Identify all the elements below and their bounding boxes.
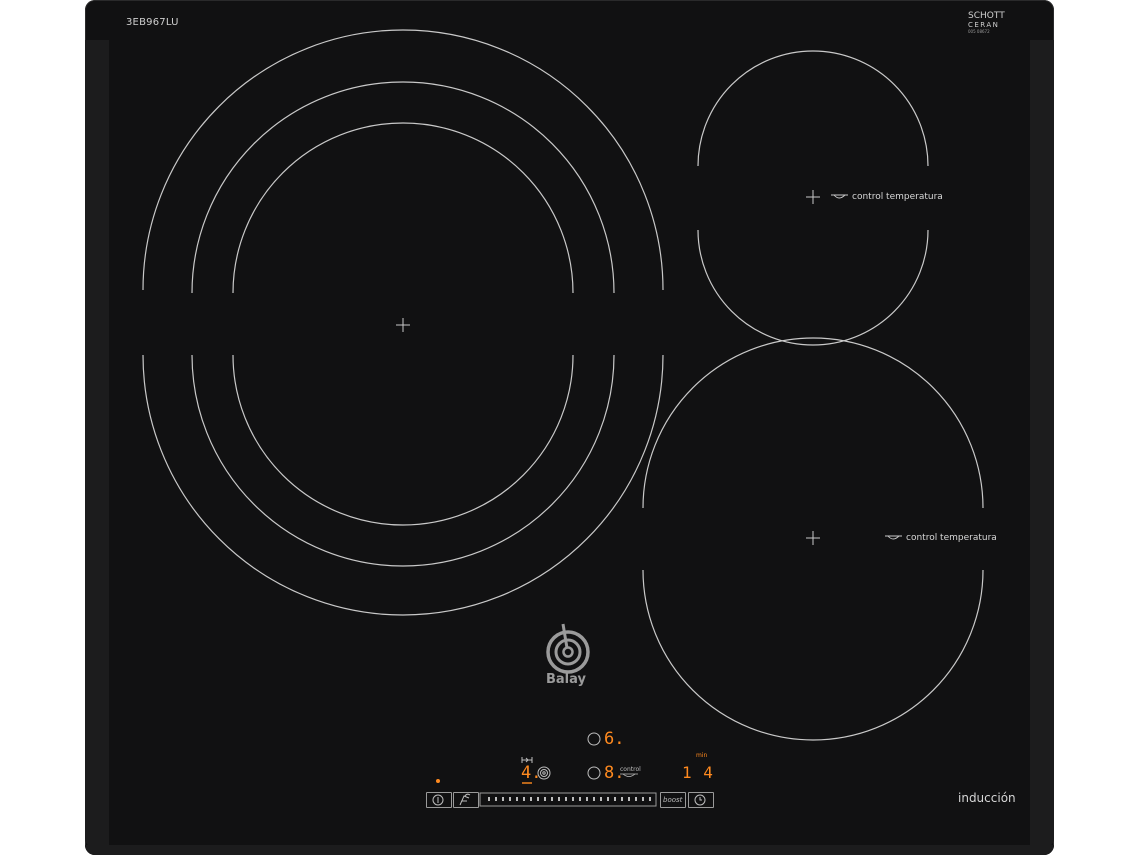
large-zone-middle-ring-top <box>191 81 615 294</box>
wipe-protection-button[interactable] <box>453 792 479 808</box>
pan-icon <box>831 194 848 199</box>
top-right-zone-ring-top <box>697 50 929 167</box>
brand-wordmark: Balay <box>546 672 586 687</box>
large-zone-outer-ring-top <box>142 29 664 291</box>
display-top-zone: 6. <box>604 729 625 749</box>
display-left-zone: 4. <box>521 763 542 783</box>
bottom-right-zone-label: control temperatura <box>906 533 997 543</box>
induction-label: inducción <box>958 791 1016 805</box>
top-right-zone-label: control temperatura <box>852 192 943 202</box>
schott-text: SCHOTT <box>968 11 1005 21</box>
pan-icon <box>885 535 902 540</box>
power-indicator-led <box>436 779 440 783</box>
large-zone-inner-ring-bottom <box>232 354 574 526</box>
large-zone-center-mark <box>396 318 410 332</box>
top-right-zone-center-mark <box>806 190 820 204</box>
ceran-text: CERAN <box>968 21 1000 29</box>
cooking-zones-graphic <box>142 29 984 807</box>
large-zone-inner-ring-top <box>232 122 574 294</box>
top-right-zone-ring-bottom <box>697 229 929 346</box>
timer-display: 1 4 <box>682 763 714 782</box>
bottom-right-zone-ring-top <box>642 337 984 509</box>
large-zone-middle-ring-bottom <box>191 354 615 567</box>
bottom-right-zone-center-mark <box>806 531 820 545</box>
boost-label: boost <box>663 796 683 804</box>
timer-button[interactable] <box>688 792 714 808</box>
model-number: 3EB967LU <box>126 17 179 28</box>
balay-logo-icon <box>546 623 590 674</box>
control-label: control <box>620 766 641 773</box>
bottom-right-zone-ring-bottom <box>642 569 984 741</box>
zone-select-circle-top <box>587 732 601 746</box>
boost-button[interactable]: boost <box>660 792 686 808</box>
power-slider[interactable] <box>480 792 657 808</box>
timer-unit-label: min <box>696 752 708 759</box>
zone-select-circle-middle <box>587 766 601 780</box>
power-button[interactable] <box>426 792 452 808</box>
large-zone-outer-ring-bottom <box>142 354 664 616</box>
glass-code: 005 08672 <box>968 29 990 34</box>
schott-ceran-logo: SCHOTT CERAN 005 08672 <box>968 12 1028 35</box>
